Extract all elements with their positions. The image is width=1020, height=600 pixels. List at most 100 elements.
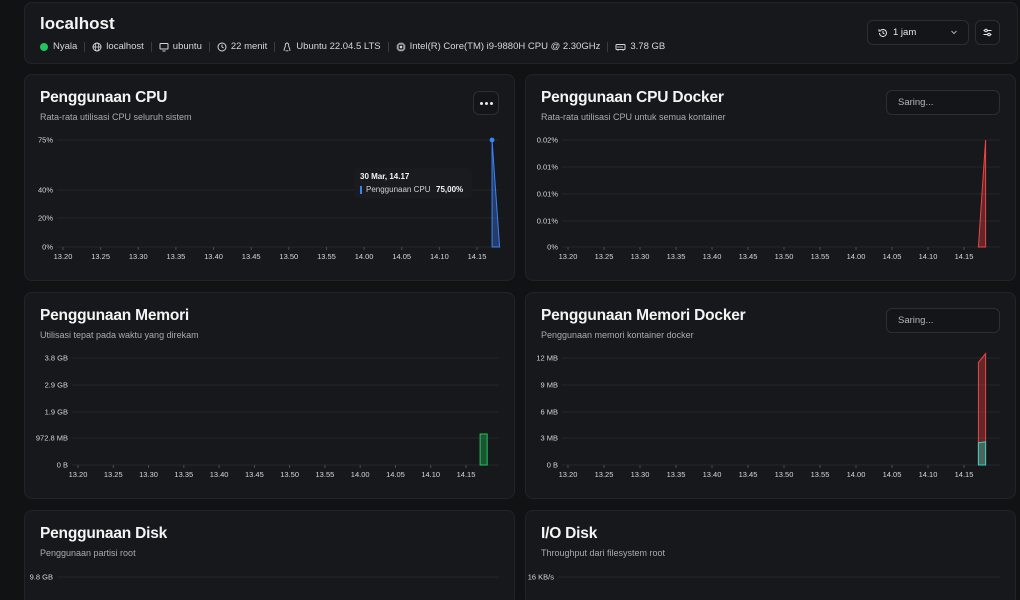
y-tick-label: 40% (38, 186, 53, 195)
x-tick-label: 13.25 (595, 252, 614, 261)
cpu-usage-card: Penggunaan CPU Rata-rata utilisasi CPU s… (24, 74, 515, 281)
x-tick-label: 13.35 (667, 470, 686, 479)
y-tick-label: 0.01% (537, 217, 559, 226)
divider (387, 41, 389, 52)
x-tick-label: 14.05 (883, 470, 902, 479)
divider (274, 41, 276, 52)
series-swatch (360, 185, 362, 194)
x-tick-label: 14.05 (386, 470, 405, 479)
uptime-item: 22 menit (217, 41, 267, 52)
data-point (489, 137, 495, 143)
history-icon (878, 28, 887, 37)
hostname-text: localhost (106, 41, 144, 52)
chart-settings-button[interactable] (975, 20, 1000, 45)
cpu-model-item: Intel(R) Core(TM) i9-9880H CPU @ 2.30GHz (396, 41, 600, 52)
x-tick-label: 13.45 (245, 470, 264, 479)
x-tick-label: 13.50 (280, 470, 299, 479)
x-tick-label: 13.45 (242, 252, 261, 261)
x-tick-label: 13.20 (54, 252, 73, 261)
memory-total-text: 3.78 GB (630, 41, 666, 52)
x-tick-label: 13.30 (631, 252, 650, 261)
x-tick-label: 13.20 (559, 252, 578, 261)
x-tick-label: 13.50 (279, 252, 298, 261)
x-tick-label: 13.25 (91, 252, 110, 261)
system-info-row: Nyala localhost ubuntu 22 menit Ubuntu 2… (40, 41, 665, 52)
x-tick-label: 14.10 (421, 470, 440, 479)
globe-icon (92, 42, 102, 51)
series-area (491, 139, 501, 248)
status-dot-icon (40, 42, 48, 51)
divider (150, 41, 152, 52)
y-tick-label: 0.02% (537, 136, 559, 145)
x-tick-label: 14.15 (955, 470, 974, 479)
x-tick-label: 13.55 (811, 470, 830, 479)
x-tick-label: 13.35 (667, 252, 686, 261)
memory-docker-chart: 12 MB 9 MB 6 MB 3 MB 0 B13.20 13.25 13.30 13.35… (536, 352, 1000, 479)
x-tick-label: 13.45 (739, 252, 758, 261)
chevron-down-icon (951, 30, 957, 35)
tooltip-series-name: Penggunaan CPU (366, 185, 431, 194)
uptime-text: 22 menit (230, 41, 268, 52)
x-tick-label: 13.35 (167, 252, 186, 261)
x-tick-label: 13.40 (210, 470, 229, 479)
y-tick-label: 20% (38, 214, 53, 223)
x-tick-label: 13.40 (703, 470, 722, 479)
x-tick-label: 13.55 (316, 470, 335, 479)
status-text: Nyala (53, 41, 78, 52)
x-tick-label: 13.25 (104, 470, 123, 479)
y-tick-label: 0% (42, 243, 53, 252)
y-tick-label: 3.8 GB (45, 354, 68, 363)
y-tick-label: 16 KB/s (528, 573, 555, 582)
cpu-docker-chart: 0.02% 0.01% 0.01% 0.01% 0%13.20 13.25 13.30 13.… (537, 136, 1000, 261)
sliders-icon (983, 28, 992, 37)
memory-usage-chart: 3.8 GB 2.9 GB 1.9 GB 972.8 MB 0 B13.20 13.25 1… (36, 354, 499, 479)
divider (84, 41, 86, 52)
y-tick-label: 9 MB (540, 381, 558, 390)
cpu-docker-card: Penggunaan CPU Docker Rata-rata utilisas… (525, 74, 1016, 281)
x-tick-label: 13.50 (775, 470, 794, 479)
x-tick-label: 13.25 (595, 470, 614, 479)
x-tick-label: 13.55 (811, 252, 830, 261)
y-tick-label: 6 MB (540, 408, 558, 417)
x-tick-label: 14.00 (847, 470, 866, 479)
chart-tooltip: 30 Mar, 14.17 Penggunaan CPU 75,00% (354, 168, 472, 198)
x-tick-label: 14.00 (355, 252, 374, 261)
tooltip-time: 30 Mar, 14.17 (360, 172, 410, 181)
os-user-text: ubuntu (172, 41, 202, 52)
y-tick-label: 12 MB (536, 354, 558, 363)
y-tick-label: 1.9 GB (45, 408, 68, 417)
os-version-text: Ubuntu 22.04.5 LTS (296, 41, 381, 52)
y-tick-label: 0 B (547, 461, 558, 470)
y-tick-label: 972.8 MB (36, 434, 68, 443)
x-tick-label: 14.05 (392, 252, 411, 261)
x-tick-label: 14.15 (457, 470, 476, 479)
os-user-item: ubuntu (159, 41, 202, 52)
disk-io-card: I/O Disk Throughput dari filesystem root… (525, 510, 1016, 600)
x-tick-label: 14.10 (919, 252, 938, 261)
x-tick-label: 14.00 (847, 252, 866, 261)
linux-icon (283, 42, 291, 51)
x-tick-label: 14.15 (468, 252, 487, 261)
y-tick-label: 2.9 GB (45, 381, 68, 390)
y-tick-label: 75% (38, 136, 53, 145)
disk-usage-chart: 9.8 GB (30, 573, 499, 582)
y-tick-label: 0.01% (537, 190, 559, 199)
time-range-select[interactable]: 1 jam (867, 20, 969, 45)
x-tick-label: 13.40 (204, 252, 223, 261)
x-tick-label: 13.20 (559, 470, 578, 479)
x-tick-label: 13.30 (139, 470, 158, 479)
x-tick-label: 14.10 (430, 252, 449, 261)
tooltip-series: Penggunaan CPU (360, 185, 431, 194)
memory-total-item: 3.78 GB (615, 41, 665, 52)
y-tick-label: 0.01% (537, 163, 559, 172)
tooltip-value: 75,00% (436, 185, 464, 194)
series-area (977, 441, 987, 466)
y-tick-label: 3 MB (540, 434, 558, 443)
x-tick-label: 14.00 (351, 470, 370, 479)
x-tick-label: 14.10 (919, 470, 938, 479)
x-tick-label: 14.05 (883, 252, 902, 261)
system-header: localhost Nyala localhost ubuntu 22 meni… (24, 2, 1018, 64)
time-range-value: 1 jam (893, 27, 917, 38)
x-tick-label: 13.20 (69, 470, 88, 479)
memory-icon (615, 43, 626, 51)
